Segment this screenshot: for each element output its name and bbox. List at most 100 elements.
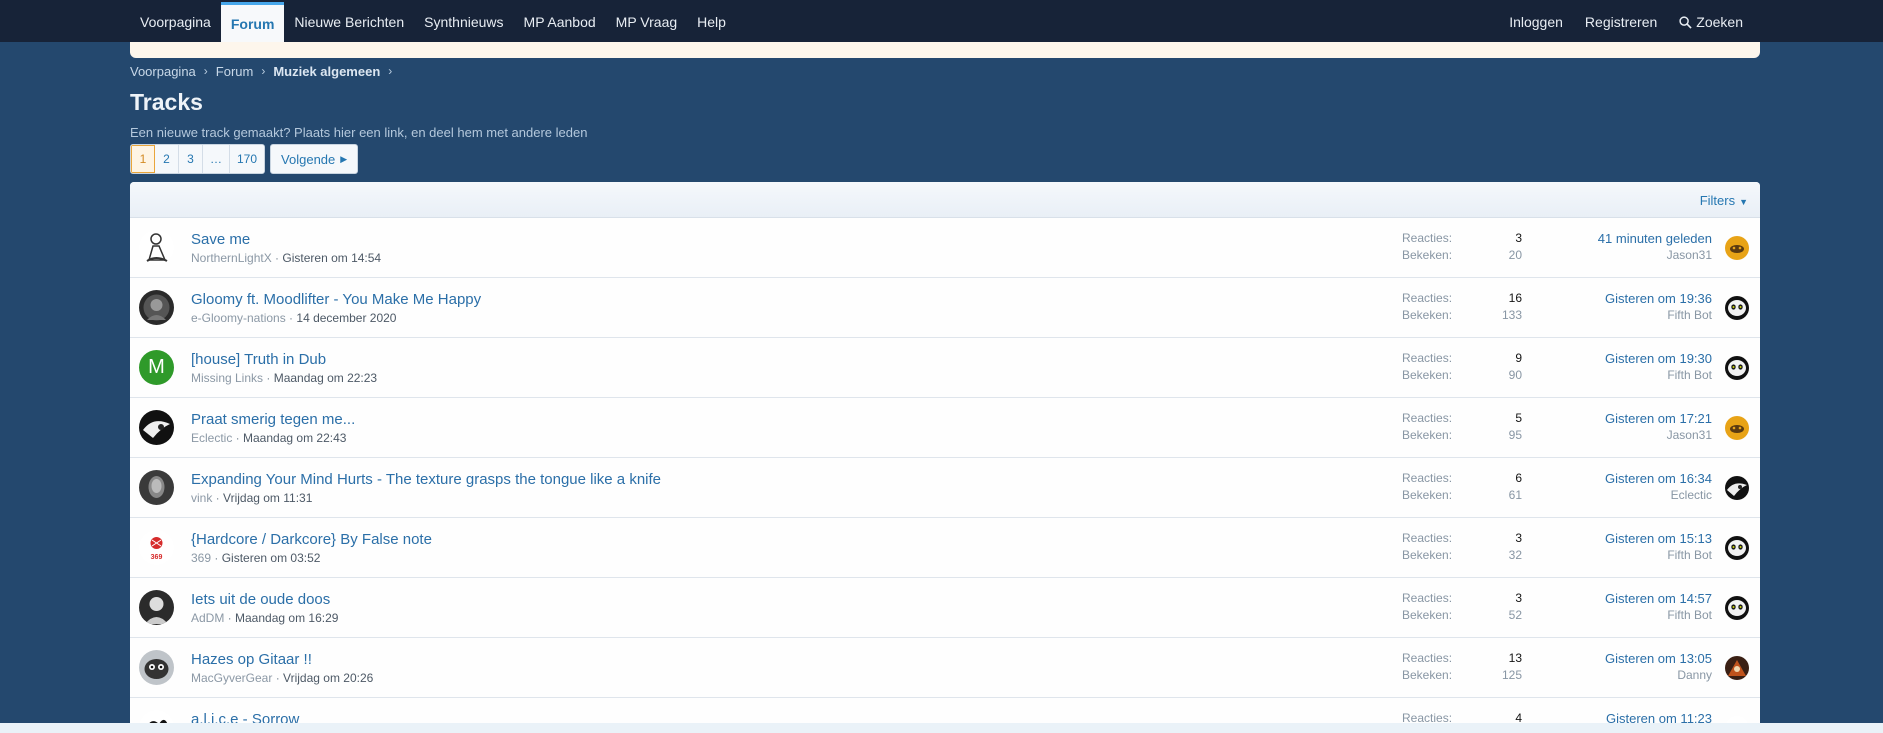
last-post-user[interactable]: Fifth Bot <box>1605 368 1712 382</box>
views-label: Bekeken: <box>1402 308 1453 322</box>
avatar[interactable] <box>139 470 174 505</box>
tab-mp-vraag[interactable]: MP Vraag <box>606 2 687 42</box>
avatar[interactable] <box>139 230 174 265</box>
avatar[interactable] <box>139 590 174 625</box>
thread-row: Gloomy ft. Moodlifter - You Make Me Happ… <box>130 278 1760 338</box>
thread-stats: Reacties: 3 Bekeken: 32 <box>1402 531 1522 565</box>
thread-author[interactable]: 369 <box>191 551 211 565</box>
page-2-button[interactable]: 2 <box>155 145 179 173</box>
breadcrumb-forum[interactable]: Forum <box>216 64 254 79</box>
thread-title[interactable]: Praat smerig tegen me... <box>191 411 355 428</box>
thread-date[interactable]: 14 december 2020 <box>296 311 396 325</box>
thread-author[interactable]: Missing Links <box>191 371 263 385</box>
thread-date[interactable]: Maandag om 22:23 <box>274 371 377 385</box>
tab-forum[interactable]: Forum <box>220 2 285 42</box>
thread-date[interactable]: Vrijdag om 20:26 <box>283 671 373 685</box>
last-post-user[interactable]: Fifth Bot <box>1605 548 1712 562</box>
breadcrumb-voorpagina[interactable]: Voorpagina <box>130 64 196 79</box>
thread-author[interactable]: e-Gloomy-nations <box>191 311 286 325</box>
last-poster-avatar[interactable] <box>1725 596 1749 620</box>
thread-title[interactable]: {Hardcore / Darkcore} By False note <box>191 531 432 548</box>
last-post-date[interactable]: Gisteren om 19:36 <box>1605 291 1712 306</box>
last-post-date[interactable]: Gisteren om 13:05 <box>1605 651 1712 666</box>
next-page-button[interactable]: Volgende ▶ <box>270 144 359 174</box>
thread-meta: MacGyverGear · Vrijdag om 20:26 <box>191 671 374 685</box>
thread-title[interactable]: Iets uit de oude doos <box>191 591 330 608</box>
last-post-user[interactable]: Jason31 <box>1605 428 1712 442</box>
thread-date[interactable]: Gisteren om 14:54 <box>282 251 381 265</box>
thread-date[interactable]: Maandag om 16:29 <box>235 611 338 625</box>
replies-label: Reacties: <box>1402 291 1453 305</box>
svg-text:369: 369 <box>151 554 163 561</box>
login-link[interactable]: Inloggen <box>1498 2 1574 42</box>
thread-author[interactable]: MacGyverGear <box>191 671 272 685</box>
tab-mp-aanbod[interactable]: MP Aanbod <box>514 2 606 42</box>
last-post-date[interactable]: Gisteren om 14:57 <box>1605 591 1712 606</box>
last-poster-avatar[interactable] <box>1725 476 1749 500</box>
last-post-date[interactable]: Gisteren om 17:21 <box>1605 411 1712 426</box>
views-label: Bekeken: <box>1402 488 1453 502</box>
replies-count: 3 <box>1515 231 1522 245</box>
last-poster-avatar[interactable] <box>1725 416 1749 440</box>
page-3-button[interactable]: 3 <box>179 145 203 173</box>
views-label: Bekeken: <box>1402 548 1453 562</box>
thread-title[interactable]: Gloomy ft. Moodlifter - You Make Me Happ… <box>191 291 481 308</box>
caret-right-icon: ▶ <box>340 153 348 164</box>
thread-row: Praat smerig tegen me... Eclectic · Maan… <box>130 398 1760 458</box>
thread-title[interactable]: Hazes op Gitaar !! <box>191 651 312 668</box>
thread-date[interactable]: Gisteren om 03:52 <box>222 551 321 565</box>
last-post: Gisteren om 19:36 Fifth Bot <box>1605 291 1712 322</box>
replies-count: 16 <box>1508 291 1522 305</box>
last-post-date[interactable]: 41 minuten geleden <box>1598 231 1712 246</box>
avatar[interactable] <box>139 650 174 685</box>
thread-stats: Reacties: 13 Bekeken: 125 <box>1402 651 1522 685</box>
last-poster-avatar[interactable] <box>1725 536 1749 560</box>
register-link[interactable]: Registreren <box>1574 2 1668 42</box>
last-post-user[interactable]: Fifth Bot <box>1605 308 1712 322</box>
page-1-button[interactable]: 1 <box>131 145 155 173</box>
search-icon <box>1679 16 1692 29</box>
last-poster-avatar[interactable] <box>1725 356 1749 380</box>
replies-label: Reacties: <box>1402 591 1453 605</box>
last-post-user[interactable]: Fifth Bot <box>1605 608 1712 622</box>
chevron-right-icon: › <box>203 64 208 78</box>
last-post-date[interactable]: Gisteren om 15:13 <box>1605 531 1712 546</box>
views-count: 90 <box>1508 368 1522 382</box>
replies-label: Reacties: <box>1402 351 1453 365</box>
thread-date[interactable]: Maandag om 22:43 <box>243 431 346 445</box>
tab-help[interactable]: Help <box>687 2 736 42</box>
filters-button[interactable]: Filters ▼ <box>1700 193 1748 208</box>
avatar[interactable]: 369 <box>139 530 174 565</box>
thread-author[interactable]: Eclectic <box>191 431 232 445</box>
page-170-button[interactable]: 170 <box>230 145 265 173</box>
last-poster-avatar[interactable] <box>1725 296 1749 320</box>
tab-synthnieuws[interactable]: Synthnieuws <box>414 2 513 42</box>
last-post-user[interactable]: Eclectic <box>1605 488 1712 502</box>
thread-title[interactable]: Save me <box>191 231 250 248</box>
search-button[interactable]: Zoeken <box>1668 2 1754 42</box>
tab-nieuwe-berichten[interactable]: Nieuwe Berichten <box>284 2 414 42</box>
avatar[interactable]: M <box>139 350 174 385</box>
thread-meta: Missing Links · Maandag om 22:23 <box>191 371 378 385</box>
last-poster-avatar[interactable] <box>1725 656 1749 680</box>
page-skip-button[interactable]: … <box>203 145 230 173</box>
last-post-user[interactable]: Danny <box>1605 668 1712 682</box>
thread-author[interactable]: AdDM <box>191 611 224 625</box>
thread-title[interactable]: Expanding Your Mind Hurts - The texture … <box>191 471 661 488</box>
thread-row: 369 {Hardcore / Darkcore} By False note … <box>130 518 1760 578</box>
thread-title[interactable]: [house] Truth in Dub <box>191 351 326 368</box>
thread-author[interactable]: NorthernLightX <box>191 251 272 265</box>
thread-author[interactable]: vink <box>191 491 212 505</box>
avatar[interactable] <box>139 410 174 445</box>
replies-label: Reacties: <box>1402 471 1453 485</box>
tab-voorpagina[interactable]: Voorpagina <box>130 2 221 42</box>
last-post-user[interactable]: Jason31 <box>1598 248 1712 262</box>
last-post-date[interactable]: Gisteren om 19:30 <box>1605 351 1712 366</box>
thread-date[interactable]: Vrijdag om 11:31 <box>223 491 312 505</box>
breadcrumb-muziek-algemeen[interactable]: Muziek algemeen <box>273 64 380 79</box>
chevron-right-icon: › <box>388 64 393 78</box>
last-poster-avatar[interactable] <box>1725 236 1749 260</box>
last-post-date[interactable]: Gisteren om 16:34 <box>1605 471 1712 486</box>
avatar[interactable] <box>139 290 174 325</box>
last-post: Gisteren om 17:21 Jason31 <box>1605 411 1712 442</box>
